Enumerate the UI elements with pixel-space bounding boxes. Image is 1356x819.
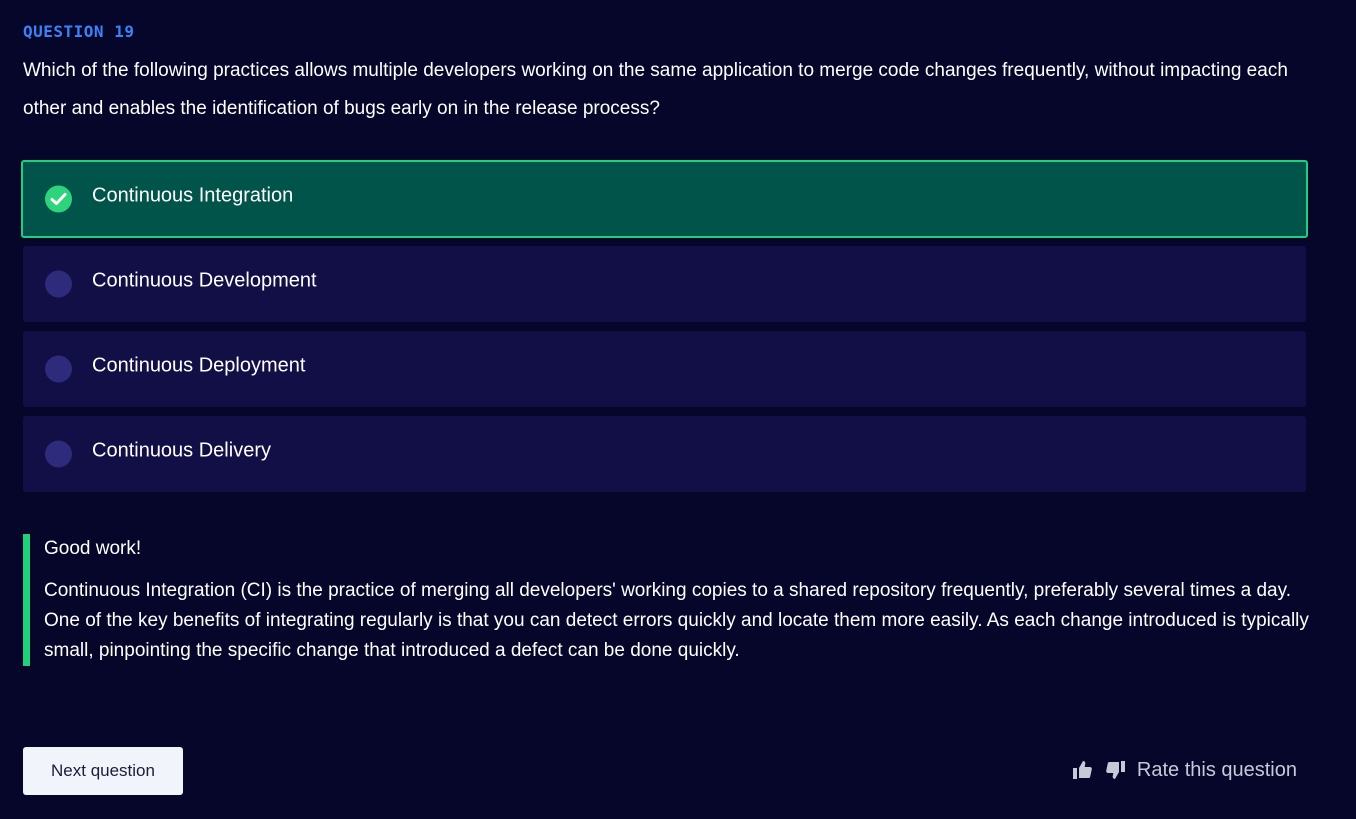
- option-label: Continuous Deployment: [92, 354, 306, 377]
- option-continuous-deployment[interactable]: Continuous Deployment: [23, 331, 1306, 407]
- thumbs-down-icon[interactable]: [1103, 758, 1127, 782]
- option-label: Continuous Development: [92, 269, 317, 292]
- feedback-panel: Good work! Continuous Integration (CI) i…: [23, 534, 1313, 666]
- feedback-explanation: Continuous Integration (CI) is the pract…: [44, 580, 1309, 661]
- option-continuous-development[interactable]: Continuous Development: [23, 246, 1306, 322]
- rate-question-label[interactable]: Rate this question: [1137, 759, 1297, 782]
- question-number: QUESTION 19: [23, 22, 135, 41]
- radio-circle-icon: [45, 440, 72, 468]
- check-circle-icon: [45, 185, 72, 213]
- option-continuous-delivery[interactable]: Continuous Delivery: [23, 416, 1306, 492]
- next-question-button[interactable]: Next question: [23, 747, 183, 795]
- feedback-title: Good work!: [44, 538, 142, 559]
- option-label: Continuous Integration: [92, 184, 294, 207]
- radio-circle-icon: [45, 270, 72, 298]
- radio-circle-icon: [45, 355, 72, 383]
- option-label: Continuous Delivery: [92, 439, 271, 462]
- quiz-page: QUESTION 19 Which of the following pract…: [0, 0, 1356, 819]
- thumbs-up-icon[interactable]: [1071, 758, 1095, 782]
- answer-options: Continuous Integration Continuous Develo…: [21, 160, 1308, 501]
- question-text: Which of the following practices allows …: [23, 60, 1288, 119]
- option-continuous-integration[interactable]: Continuous Integration: [21, 160, 1308, 238]
- rate-question: Rate this question: [1071, 754, 1297, 786]
